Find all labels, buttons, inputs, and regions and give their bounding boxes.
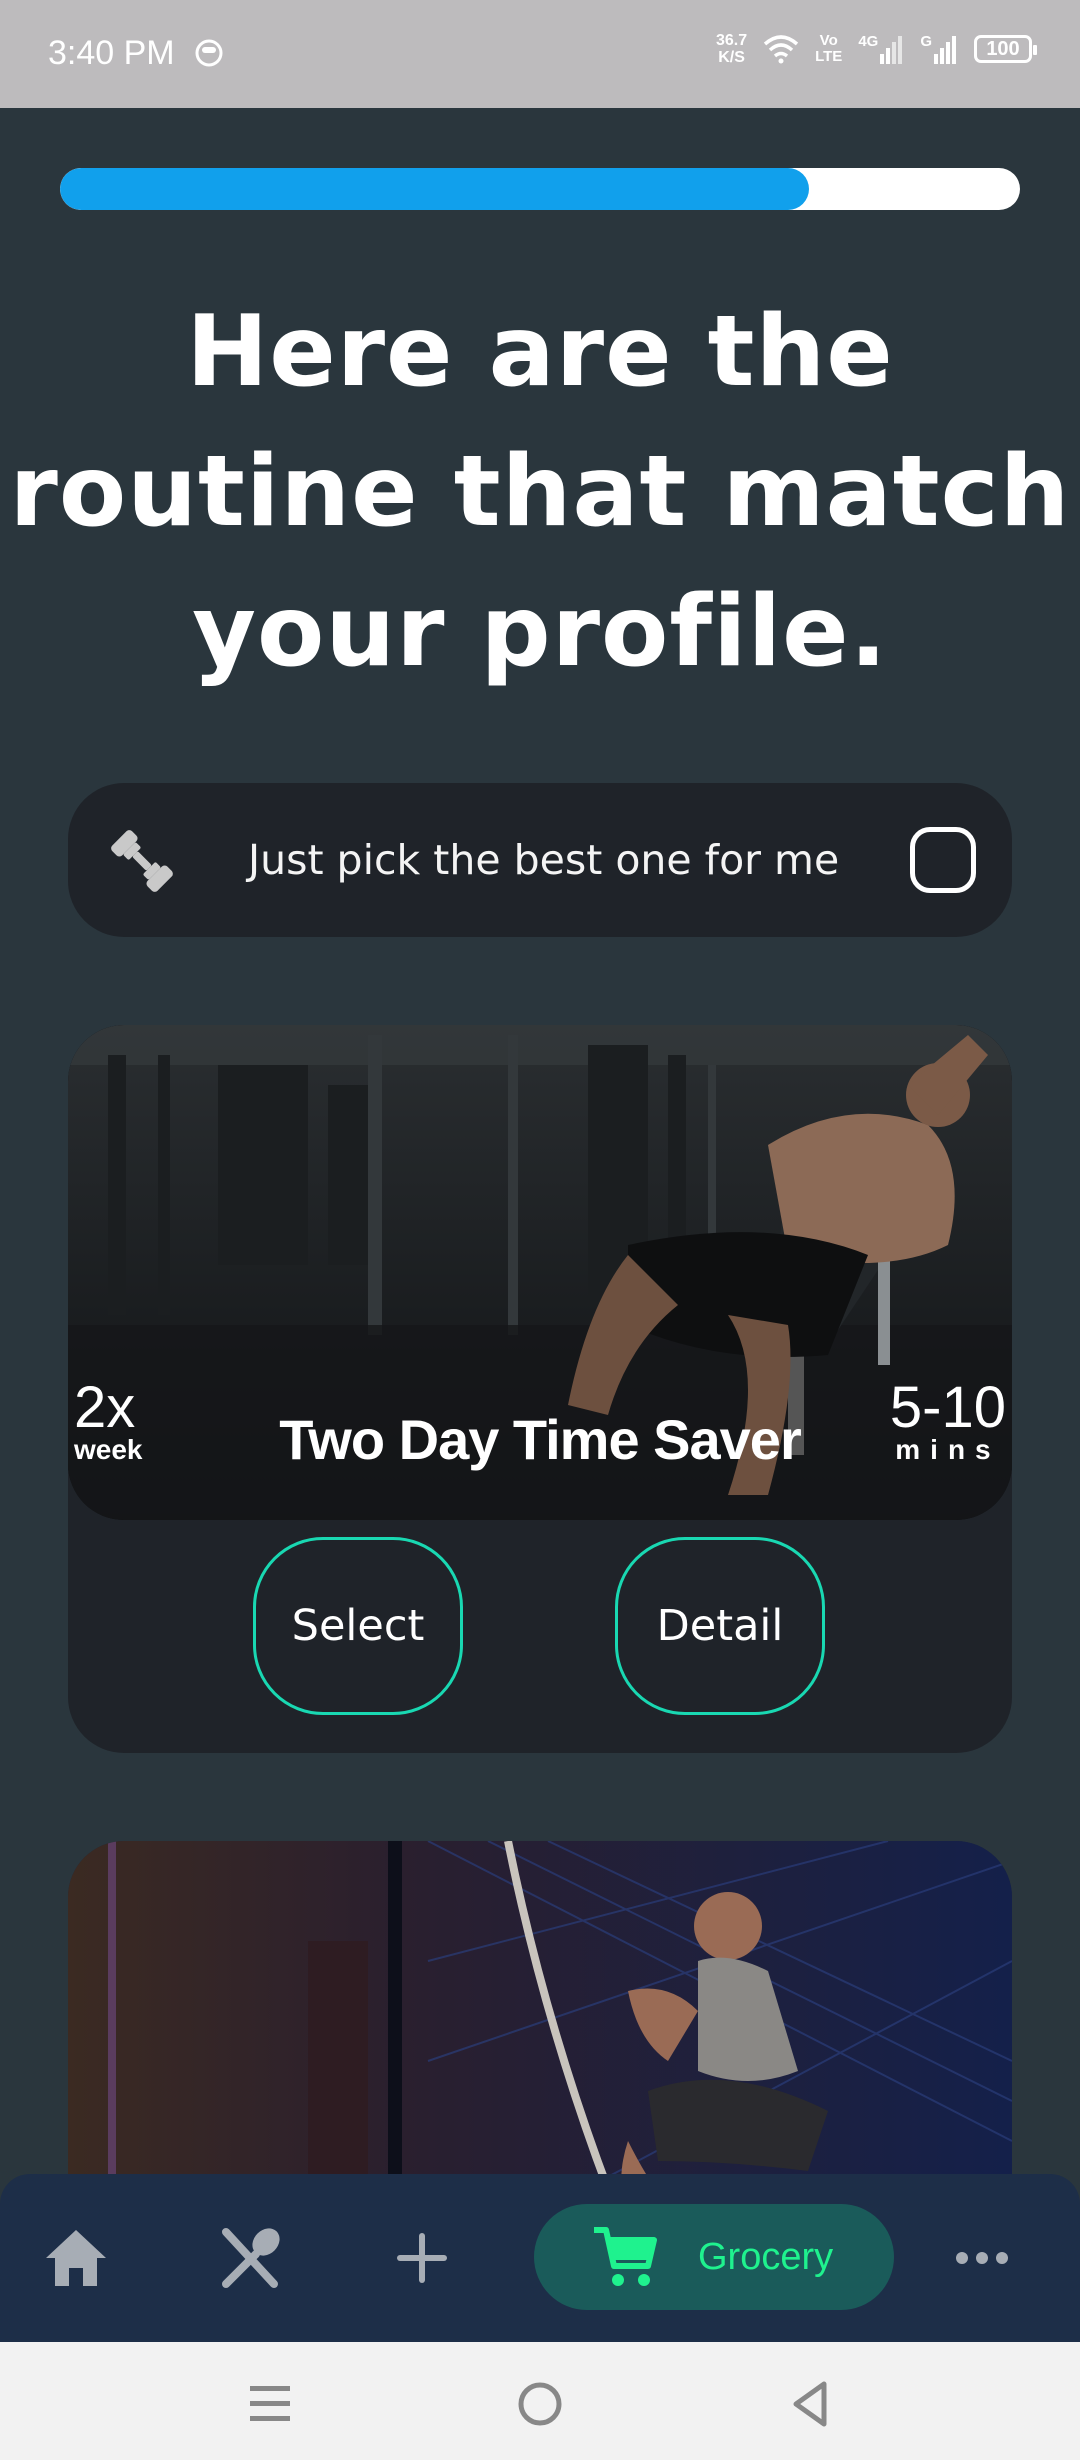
pick-best-option[interactable]: Just pick the best one for me: [68, 783, 1012, 937]
wifi-icon: [763, 35, 799, 64]
menu-icon[interactable]: [240, 2376, 300, 2432]
signal-g: G: [920, 34, 958, 64]
network-g-label: G: [920, 33, 932, 50]
nav-grocery-label: Grocery: [698, 2236, 834, 2278]
detail-button[interactable]: Detail: [615, 1537, 825, 1715]
signal-bars-icon: [880, 36, 903, 64]
duration-value: 5-10: [889, 1375, 1006, 1440]
signal-bars-icon: [934, 36, 956, 64]
pick-option-label: Just pick the best one for me: [248, 836, 840, 884]
battery-indicator: 100: [974, 35, 1037, 63]
status-time: 3:40 PM: [48, 34, 175, 72]
net-speed: 36.7 K/S: [716, 32, 747, 66]
back-triangle-icon[interactable]: [780, 2376, 840, 2432]
bottom-nav: Grocery: [0, 2174, 1080, 2342]
more-icon[interactable]: [942, 2218, 1022, 2298]
plus-icon[interactable]: [382, 2218, 462, 2298]
routine-photo: 2x week Two Day Time Saver 5-10 mins: [68, 1025, 1012, 1520]
duration-unit: mins: [895, 1434, 1001, 1465]
progress-bar: [60, 168, 1020, 210]
notification-face-icon: [195, 39, 223, 67]
select-button[interactable]: Select: [253, 1537, 463, 1715]
network-4g-label: 4G: [858, 33, 879, 50]
net-speed-unit: K/S: [718, 49, 745, 66]
system-nav-bar: [0, 2342, 1080, 2460]
cart-icon: [594, 2227, 657, 2286]
status-indicators: 36.7 K/S Vo LTE 4G G 100: [716, 32, 1037, 66]
pick-best-checkbox[interactable]: [910, 827, 976, 893]
progress-fill: [60, 168, 809, 210]
home-circle-icon[interactable]: [510, 2376, 570, 2432]
routine-title: Two Day Time Saver: [279, 1408, 802, 1471]
page-title: Here are the routine that match your pro…: [9, 295, 1071, 689]
home-icon[interactable]: [36, 2218, 116, 2298]
utensils-icon[interactable]: [210, 2218, 290, 2298]
net-speed-value: 36.7: [715, 32, 748, 49]
volte-bottom: LTE: [815, 48, 843, 65]
volte-indicator: Vo LTE: [815, 33, 842, 65]
volte-top: Vo: [819, 32, 838, 49]
nav-grocery-tab[interactable]: Grocery: [534, 2204, 894, 2310]
duration-badge: 5-10 mins: [889, 1375, 1006, 1465]
status-bar: 3:40 PM 36.7 K/S Vo LTE 4G G 100: [0, 0, 1080, 108]
dumbbell-icon: [111, 830, 173, 892]
routine-card: 2x week Two Day Time Saver 5-10 mins Sel…: [68, 1025, 1012, 1753]
signal-4g: 4G: [858, 34, 904, 64]
